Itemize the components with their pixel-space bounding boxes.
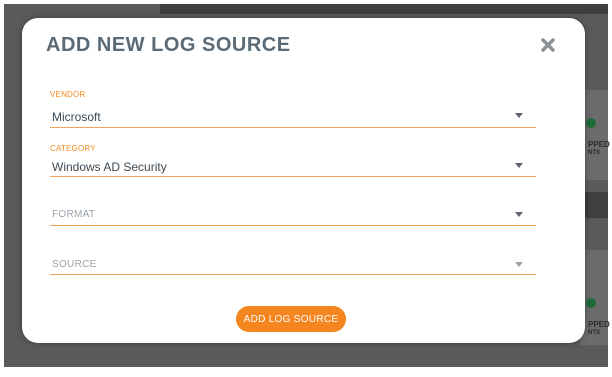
vendor-select[interactable]: VENDOR Microsoft xyxy=(50,90,536,130)
chevron-down-icon xyxy=(515,262,523,267)
vendor-label: VENDOR xyxy=(50,90,86,99)
add-log-source-button[interactable]: ADD LOG SOURCE xyxy=(236,306,346,332)
close-icon[interactable] xyxy=(538,35,558,55)
vendor-underline xyxy=(50,127,536,128)
category-label: CATEGORY xyxy=(50,144,96,153)
source-placeholder: SOURCE xyxy=(52,259,97,270)
source-select[interactable]: SOURCE xyxy=(50,258,536,278)
modal-title: ADD NEW LOG SOURCE xyxy=(46,34,291,56)
background-card-text: PPED NTS xyxy=(588,320,610,336)
background-card-icon xyxy=(586,118,596,128)
format-placeholder: FORMAT xyxy=(52,209,96,220)
background-card-text: PPED NTS xyxy=(588,140,610,156)
background-card-icon xyxy=(586,298,596,308)
category-value: Windows AD Security xyxy=(52,160,167,174)
chevron-down-icon xyxy=(515,113,523,118)
background-section-bar xyxy=(585,192,608,218)
add-log-source-modal: ADD NEW LOG SOURCE VENDOR Microsoft CATE… xyxy=(22,18,585,343)
vendor-value: Microsoft xyxy=(52,110,101,124)
format-select[interactable]: FORMAT xyxy=(50,208,536,228)
category-underline xyxy=(50,176,536,177)
background-header-bar xyxy=(160,4,608,14)
chevron-down-icon xyxy=(515,163,523,168)
category-select[interactable]: CATEGORY Windows AD Security xyxy=(50,144,536,180)
chevron-down-icon xyxy=(515,212,523,217)
source-underline xyxy=(50,274,536,275)
format-underline xyxy=(50,225,536,226)
